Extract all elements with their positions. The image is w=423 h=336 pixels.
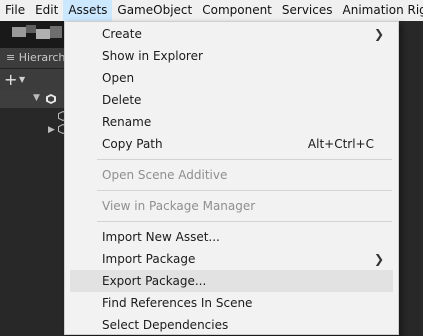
menu-item-view-in-package-manager: View in Package Manager xyxy=(65,195,398,217)
menu-separator xyxy=(97,159,392,160)
menu-item-shortcut: Alt+Ctrl+C xyxy=(308,133,374,155)
fold-right-icon[interactable]: ▶ xyxy=(48,125,55,135)
menu-item-label: Import Package xyxy=(102,248,195,270)
menu-services[interactable]: Services xyxy=(277,0,338,21)
chevron-right-icon: ❯ xyxy=(374,248,384,270)
menu-separator xyxy=(97,221,392,222)
menu-item-label: Select Dependencies xyxy=(102,314,228,336)
plus-icon[interactable]: + xyxy=(4,71,17,89)
chevron-right-icon: ❯ xyxy=(374,23,384,45)
menu-edit[interactable]: Edit xyxy=(30,0,63,21)
menu-item-label: Open Scene Additive xyxy=(102,164,227,186)
menu-item-label: Copy Path xyxy=(102,133,163,155)
menu-item-label: Rename xyxy=(102,111,151,133)
assets-context-menu: Create ❯ Show in Explorer Open Delete Re… xyxy=(64,21,399,335)
blurred-content xyxy=(36,29,50,39)
menu-assets[interactable]: Assets xyxy=(63,0,112,21)
menu-item-label: Show in Explorer xyxy=(102,45,203,67)
menu-separator xyxy=(97,190,392,191)
fold-down-icon[interactable]: ▼ xyxy=(33,93,40,103)
menu-item-export-package[interactable]: Export Package... xyxy=(70,270,393,292)
menu-item-select-dependencies[interactable]: Select Dependencies xyxy=(65,314,398,336)
menu-item-label: Export Package... xyxy=(102,270,206,292)
menu-animation-rigging[interactable]: Animation Rigging xyxy=(338,0,423,21)
list-icon: ≡ xyxy=(6,51,15,64)
menu-item-delete[interactable]: Delete xyxy=(65,89,398,111)
chevron-down-icon[interactable]: ▼ xyxy=(19,73,25,87)
menu-item-open[interactable]: Open xyxy=(65,67,398,89)
unity-scene-icon xyxy=(46,94,56,104)
blurred-content xyxy=(50,26,62,38)
menu-item-copy-path[interactable]: Copy Path Alt+Ctrl+C xyxy=(65,133,398,155)
menu-item-import-package[interactable]: Import Package ❯ xyxy=(65,248,398,270)
menu-item-create[interactable]: Create ❯ xyxy=(65,23,398,45)
menu-item-find-references-in-scene[interactable]: Find References In Scene xyxy=(65,292,398,314)
menu-item-import-new-asset[interactable]: Import New Asset... xyxy=(65,226,398,248)
menu-item-show-in-explorer[interactable]: Show in Explorer xyxy=(65,45,398,67)
menu-file[interactable]: File xyxy=(0,0,30,21)
menu-item-label: Import New Asset... xyxy=(102,226,220,248)
menu-gameobject[interactable]: GameObject xyxy=(112,0,197,21)
right-panel-edge xyxy=(399,21,423,335)
menu-bar: File Edit Assets GameObject Component Se… xyxy=(0,0,423,21)
blurred-content xyxy=(12,27,26,37)
menu-item-label: Find References In Scene xyxy=(102,292,252,314)
menu-item-label: Open xyxy=(102,67,134,89)
menu-item-rename[interactable]: Rename xyxy=(65,111,398,133)
menu-item-label: Create xyxy=(102,23,142,45)
blurred-content xyxy=(26,25,36,33)
menu-item-open-scene-additive: Open Scene Additive xyxy=(65,164,398,186)
menu-item-label: View in Package Manager xyxy=(102,195,255,217)
menu-component[interactable]: Component xyxy=(197,0,277,21)
menu-item-label: Delete xyxy=(102,89,141,111)
